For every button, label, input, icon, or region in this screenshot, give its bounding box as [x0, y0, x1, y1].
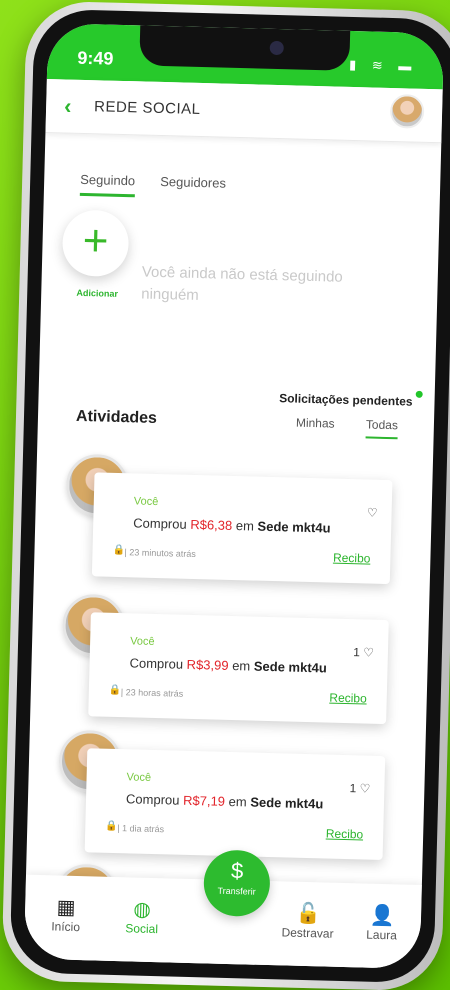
nav-label: Início — [51, 919, 81, 935]
activity-card[interactable]: Você Comprou R$6,38 em Sede mkt4u ♡ 🔒 | … — [91, 472, 393, 585]
nav-label: Destravar — [281, 925, 334, 941]
lock-open-icon: 🔓 — [295, 902, 321, 926]
activity-description: Comprou R$7,19 em Sede mkt4u — [125, 791, 324, 812]
nav-laura[interactable]: 👤 Laura — [346, 903, 417, 943]
heart-icon[interactable]: 1 ♡ — [353, 645, 374, 660]
lock-icon: 🔒 — [112, 544, 126, 557]
home-icon: ▦ — [56, 896, 76, 919]
dollar-icon: $ — [230, 858, 244, 884]
phone-frame: 9:49 ▮ ≋ ▬ ‹ REDE SOCIAL Seguindo Seguid… — [1, 0, 450, 990]
activity-amount: R$3,99 — [186, 656, 229, 673]
receipt-link[interactable]: Recibo — [329, 691, 367, 706]
person-icon: 👤 — [369, 904, 395, 928]
activities-title: Atividades — [75, 407, 158, 427]
activity-store: Sede mkt4u — [250, 794, 324, 812]
activity-amount: R$6,38 — [190, 516, 233, 533]
notification-dot — [415, 390, 423, 398]
nav-social[interactable]: ◍ Social — [106, 897, 177, 937]
nav-label: Laura — [366, 927, 398, 943]
bottom-nav: ▦ Início ◍ Social $ Transferir 🔓 Destrav… — [23, 849, 422, 970]
page-title: REDE SOCIAL — [93, 98, 201, 118]
activity-card[interactable]: Você Comprou R$7,19 em Sede mkt4u 1 ♡ 🔒 … — [84, 748, 386, 861]
activity-store: Sede mkt4u — [257, 518, 331, 536]
system-icons: ▮ ≋ ▬ — [348, 56, 418, 74]
status-time: 9:49 — [77, 47, 114, 69]
nav-destravar[interactable]: 🔓 Destravar — [272, 901, 343, 941]
lock-icon: 🔒 — [105, 820, 118, 833]
add-follow[interactable]: + Adicionar — [61, 209, 135, 299]
nav-inicio[interactable]: ▦ Início — [30, 895, 101, 935]
pending-requests-title: Solicitações pendentes — [279, 391, 413, 409]
receipt-link[interactable]: Recibo — [333, 551, 371, 566]
activity-description: Comprou R$6,38 em Sede mkt4u — [133, 515, 331, 536]
activity-time: | 1 dia atrás — [117, 823, 165, 835]
activity-user: Você — [133, 495, 159, 509]
tab-minhas[interactable]: Minhas — [296, 416, 335, 431]
activity-time: | 23 horas atrás — [120, 687, 184, 699]
transfer-button[interactable]: $ Transferir — [203, 849, 271, 918]
globe-icon: ◍ — [133, 898, 152, 921]
tab-seguindo[interactable]: Seguindo — [80, 172, 135, 188]
notch — [139, 25, 351, 71]
activity-amount: R$7,19 — [182, 792, 226, 809]
activity-card[interactable]: Você Comprou R$3,99 em Sede mkt4u 1 ♡ 🔒 … — [88, 612, 389, 725]
heart-icon[interactable]: ♡ — [367, 505, 378, 519]
receipt-link[interactable]: Recibo — [326, 827, 364, 842]
back-icon[interactable]: ‹ — [64, 93, 72, 119]
activity-user: Você — [130, 635, 155, 648]
tab-seguidores[interactable]: Seguidores — [160, 174, 226, 191]
app-screen: 9:49 ▮ ≋ ▬ ‹ REDE SOCIAL Seguindo Seguid… — [23, 22, 445, 970]
activity-time: | 23 minutos atrás — [124, 547, 196, 560]
plus-icon[interactable]: + — [61, 209, 130, 278]
fab-label: Transferir — [217, 885, 256, 897]
activity-store: Sede mkt4u — [253, 658, 328, 676]
tab-todas[interactable]: Todas — [366, 417, 398, 432]
empty-state-message: Você ainda não está seguindo ninguém — [141, 263, 343, 305]
lock-icon: 🔒 — [108, 684, 122, 697]
activity-user: Você — [126, 771, 152, 784]
add-label: Adicionar — [76, 287, 119, 299]
nav-label: Social — [125, 921, 159, 937]
avatar[interactable] — [389, 93, 425, 129]
header: ‹ REDE SOCIAL — [45, 78, 443, 144]
heart-icon[interactable]: 1 ♡ — [349, 781, 370, 796]
phone-bezel: 9:49 ▮ ≋ ▬ ‹ REDE SOCIAL Seguindo Seguid… — [9, 8, 450, 984]
activity-description: Comprou R$3,99 em Sede mkt4u — [129, 655, 328, 676]
